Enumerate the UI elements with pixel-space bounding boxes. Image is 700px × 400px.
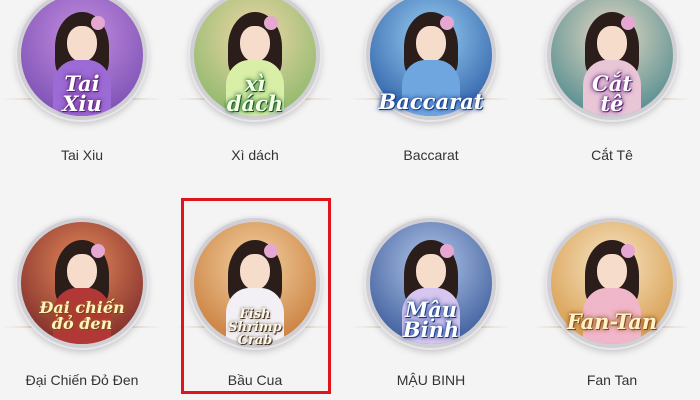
game-tile-xi-dach[interactable]: xì dách Xì dách: [175, 0, 335, 190]
game-tile-cat-te[interactable]: Cắt tê Cắt Tê: [532, 0, 692, 190]
game-tile-mau-binh[interactable]: Mậu Binh MẬU BINH: [351, 200, 511, 390]
game-label[interactable]: Đại Chiến Đỏ Đen: [2, 372, 162, 388]
game-label[interactable]: MẬU BINH: [351, 372, 511, 388]
game-label[interactable]: Cắt Tê: [532, 147, 692, 163]
game-tile-dai-chien-do-den[interactable]: Đại chiến đỏ đen Đại Chiến Đỏ Đen: [2, 200, 162, 390]
game-art-title: Đại chiến đỏ đen: [39, 298, 125, 333]
game-tile-baccarat[interactable]: Baccarat Baccarat: [351, 0, 511, 190]
game-label[interactable]: Bầu Cua: [175, 372, 335, 388]
game-tile-tai-xiu[interactable]: Tai Xiu Tai Xiu: [2, 0, 162, 190]
game-tile-bau-cua[interactable]: Fish Shrimp Crab Bầu Cua: [175, 200, 335, 390]
game-art-title: xì dách: [226, 71, 284, 116]
game-art-title: Fan-Tan: [566, 309, 658, 334]
game-art-title: Tai Xiu: [62, 71, 102, 116]
game-art-title: Fish Shrimp Crab: [228, 307, 282, 348]
game-label[interactable]: Fan Tan: [532, 372, 692, 388]
game-label[interactable]: Baccarat: [351, 147, 511, 163]
game-tile-fan-tan[interactable]: Fan-Tan Fan Tan: [532, 200, 692, 390]
game-label[interactable]: Xì dách: [175, 147, 335, 163]
game-art-title: Baccarat: [378, 89, 484, 114]
game-art-title: Cắt tê: [591, 71, 633, 116]
game-label[interactable]: Tai Xiu: [2, 147, 162, 163]
game-art-title: Mậu Binh: [402, 297, 460, 342]
